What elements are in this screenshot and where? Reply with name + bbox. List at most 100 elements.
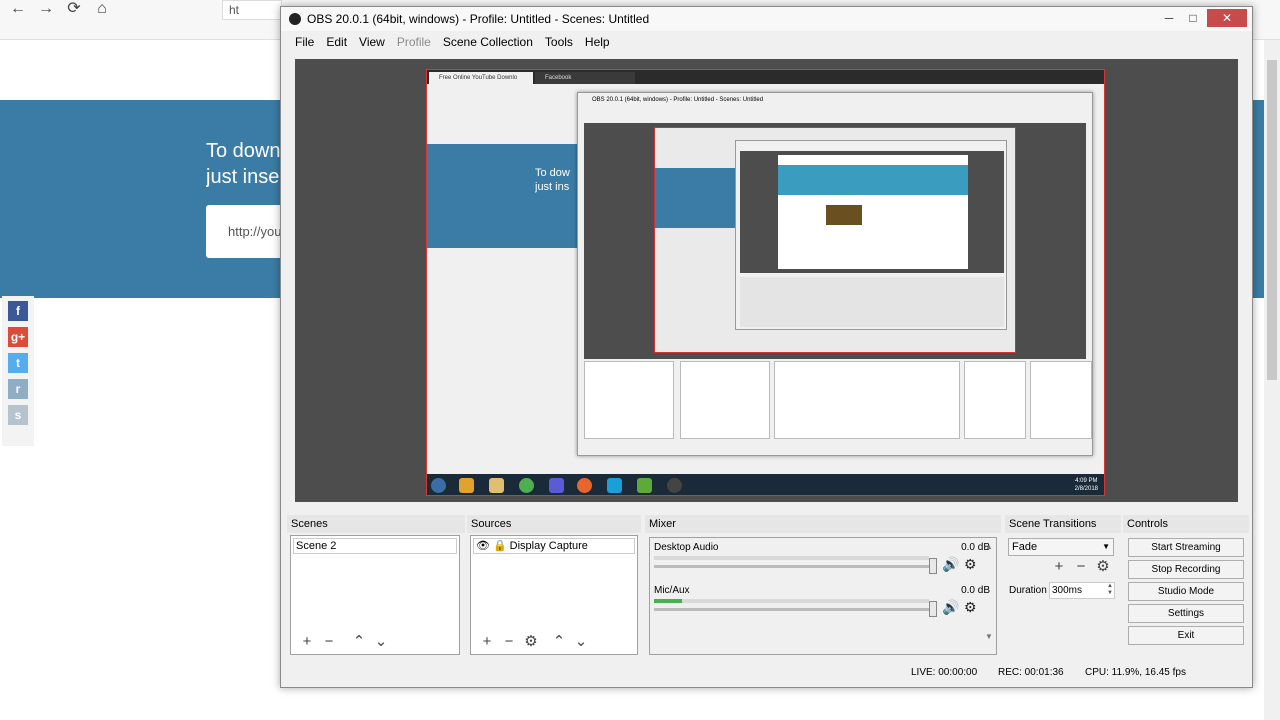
scroll-thumb[interactable]: [1267, 60, 1277, 380]
menu-bar: File Edit View Profile Scene Collection …: [281, 33, 1252, 53]
duration-field[interactable]: 300ms ▲ ▼: [1049, 582, 1115, 599]
transition-toolbar: + − ⚙: [1051, 559, 1111, 575]
move-source-up-button[interactable]: ⌃: [551, 634, 567, 650]
track-name: Mic/Aux: [654, 585, 690, 596]
visibility-eye-icon[interactable]: 👁: [476, 539, 490, 553]
move-source-down-button[interactable]: ⌄: [573, 634, 589, 650]
volume-meter: [654, 556, 929, 560]
sources-panel: 👁 🔒 Display Capture + − ⚙ ⌃ ⌄: [470, 535, 638, 655]
gear-icon[interactable]: ⚙: [964, 599, 977, 616]
mixer-track-mic-aux: Mic/Aux 0.0 dB 🔊 ⚙: [654, 585, 990, 625]
volume-slider[interactable]: [654, 608, 934, 611]
nested-docks-2: [740, 277, 1004, 327]
dock-titles: Scenes Sources Mixer Scene Transitions C…: [281, 515, 1252, 533]
menu-tools[interactable]: Tools: [539, 33, 579, 53]
remove-transition-button[interactable]: −: [1073, 559, 1089, 575]
captured-browser-tabs: Free Online YouTube Downlo Facebook: [427, 70, 1104, 84]
home-icon[interactable]: ⌂: [90, 0, 114, 18]
lock-icon[interactable]: 🔒: [493, 539, 507, 553]
speaker-icon[interactable]: 🔊: [942, 599, 959, 616]
live-status: LIVE: 00:00:00: [911, 667, 978, 678]
track-name: Desktop Audio: [654, 542, 719, 553]
menu-edit[interactable]: Edit: [320, 33, 353, 53]
remove-scene-button[interactable]: −: [321, 634, 337, 650]
reddit-icon[interactable]: r: [8, 379, 28, 399]
remove-source-button[interactable]: −: [501, 634, 517, 650]
transitions-dock-title: Scene Transitions: [1005, 515, 1121, 533]
sources-toolbar: + − ⚙ ⌃ ⌄: [479, 634, 589, 650]
preview-canvas[interactable]: Free Online YouTube Downlo Facebook To d…: [295, 59, 1238, 502]
duration-value: 300ms: [1052, 585, 1083, 596]
display-capture-source[interactable]: Free Online YouTube Downlo Facebook To d…: [426, 69, 1105, 496]
captured-hero: [427, 144, 577, 248]
add-source-button[interactable]: +: [479, 634, 495, 650]
nested-hero: [655, 168, 735, 228]
reload-icon[interactable]: ⟳: [62, 0, 86, 18]
close-button[interactable]: ✕: [1207, 9, 1247, 27]
volume-slider-handle[interactable]: [929, 558, 937, 574]
taskbar-skype-icon: [607, 478, 622, 493]
cpu-status: CPU: 11.9%, 16.45 fps: [1085, 667, 1186, 678]
transition-select-value: Fade: [1012, 541, 1038, 553]
share-icon[interactable]: s: [8, 405, 28, 425]
window-title: OBS 20.0.1 (64bit, windows) - Profile: U…: [307, 12, 650, 26]
volume-meter: [654, 599, 929, 603]
menu-profile[interactable]: Profile: [391, 33, 437, 53]
nested-obs-title: OBS 20.0.1 (64bit, windows) - Profile: U…: [592, 97, 764, 103]
transition-properties-gear-icon[interactable]: ⚙: [1095, 559, 1111, 575]
add-transition-button[interactable]: +: [1051, 559, 1067, 575]
nested-band: [778, 165, 968, 195]
move-scene-up-button[interactable]: ⌃: [351, 634, 367, 650]
mixer-scrollbar[interactable]: ▲ ▼: [984, 542, 994, 654]
nested-controls-panel: [1030, 361, 1092, 439]
menu-scene-collection[interactable]: Scene Collection: [437, 33, 539, 53]
nested-sources-panel: [680, 361, 770, 439]
maximize-button[interactable]: □: [1181, 9, 1205, 27]
title-bar: OBS 20.0.1 (64bit, windows) - Profile: U…: [281, 7, 1252, 31]
nested-screen: [654, 127, 1016, 353]
twitter-icon[interactable]: t: [8, 353, 28, 373]
speaker-icon[interactable]: 🔊: [942, 556, 959, 573]
duration-spinner[interactable]: ▲ ▼: [1107, 583, 1113, 597]
nested-page: [778, 155, 968, 269]
add-scene-button[interactable]: +: [299, 634, 315, 650]
social-bar: f g+ t r s: [2, 296, 34, 446]
menu-view[interactable]: View: [353, 33, 391, 53]
nested-video-thumb: [826, 205, 862, 225]
back-icon[interactable]: ←: [6, 0, 30, 18]
meter-level: [654, 599, 682, 603]
nested-obs-window: OBS 20.0.1 (64bit, windows) - Profile: U…: [577, 92, 1093, 456]
taskbar-folder-icon: [489, 478, 504, 493]
nested-preview-2: [740, 151, 1004, 273]
settings-button[interactable]: Settings: [1128, 604, 1244, 623]
taskbar-app-icon: [459, 478, 474, 493]
source-properties-gear-icon[interactable]: ⚙: [523, 634, 539, 650]
exit-button[interactable]: Exit: [1128, 626, 1244, 645]
stop-recording-button[interactable]: Stop Recording: [1128, 560, 1244, 579]
url-bar[interactable]: ht: [222, 0, 282, 20]
facebook-icon[interactable]: f: [8, 301, 28, 321]
volume-slider[interactable]: [654, 565, 934, 568]
start-streaming-button[interactable]: Start Streaming: [1128, 538, 1244, 557]
gear-icon[interactable]: ⚙: [964, 556, 977, 573]
scenes-panel: Scene 2 + − ⌃ ⌄: [290, 535, 460, 655]
volume-slider-handle[interactable]: [929, 601, 937, 617]
nested-scenes-panel: [584, 361, 674, 439]
captured-clock: 4:09 PM 2/8/2018: [1074, 478, 1098, 492]
taskbar-obs-icon: [667, 478, 682, 493]
rec-status: REC: 00:01:36: [998, 667, 1064, 678]
forward-icon[interactable]: →: [34, 0, 58, 18]
source-item[interactable]: 👁 🔒 Display Capture: [473, 538, 635, 554]
menu-file[interactable]: File: [289, 33, 320, 53]
scene-item[interactable]: Scene 2: [293, 538, 457, 554]
menu-help[interactable]: Help: [579, 33, 616, 53]
nested-obs-window-2: [735, 140, 1007, 330]
page-scrollbar[interactable]: [1264, 40, 1280, 720]
google-plus-icon[interactable]: g+: [8, 327, 28, 347]
transition-select[interactable]: Fade ▼: [1008, 538, 1114, 556]
studio-mode-button[interactable]: Studio Mode: [1128, 582, 1244, 601]
minimize-button[interactable]: ─: [1157, 9, 1181, 27]
scenes-dock-title: Scenes: [287, 515, 465, 533]
move-scene-down-button[interactable]: ⌄: [373, 634, 389, 650]
mixer-track-desktop-audio: Desktop Audio 0.0 dB 🔊 ⚙: [654, 542, 990, 582]
